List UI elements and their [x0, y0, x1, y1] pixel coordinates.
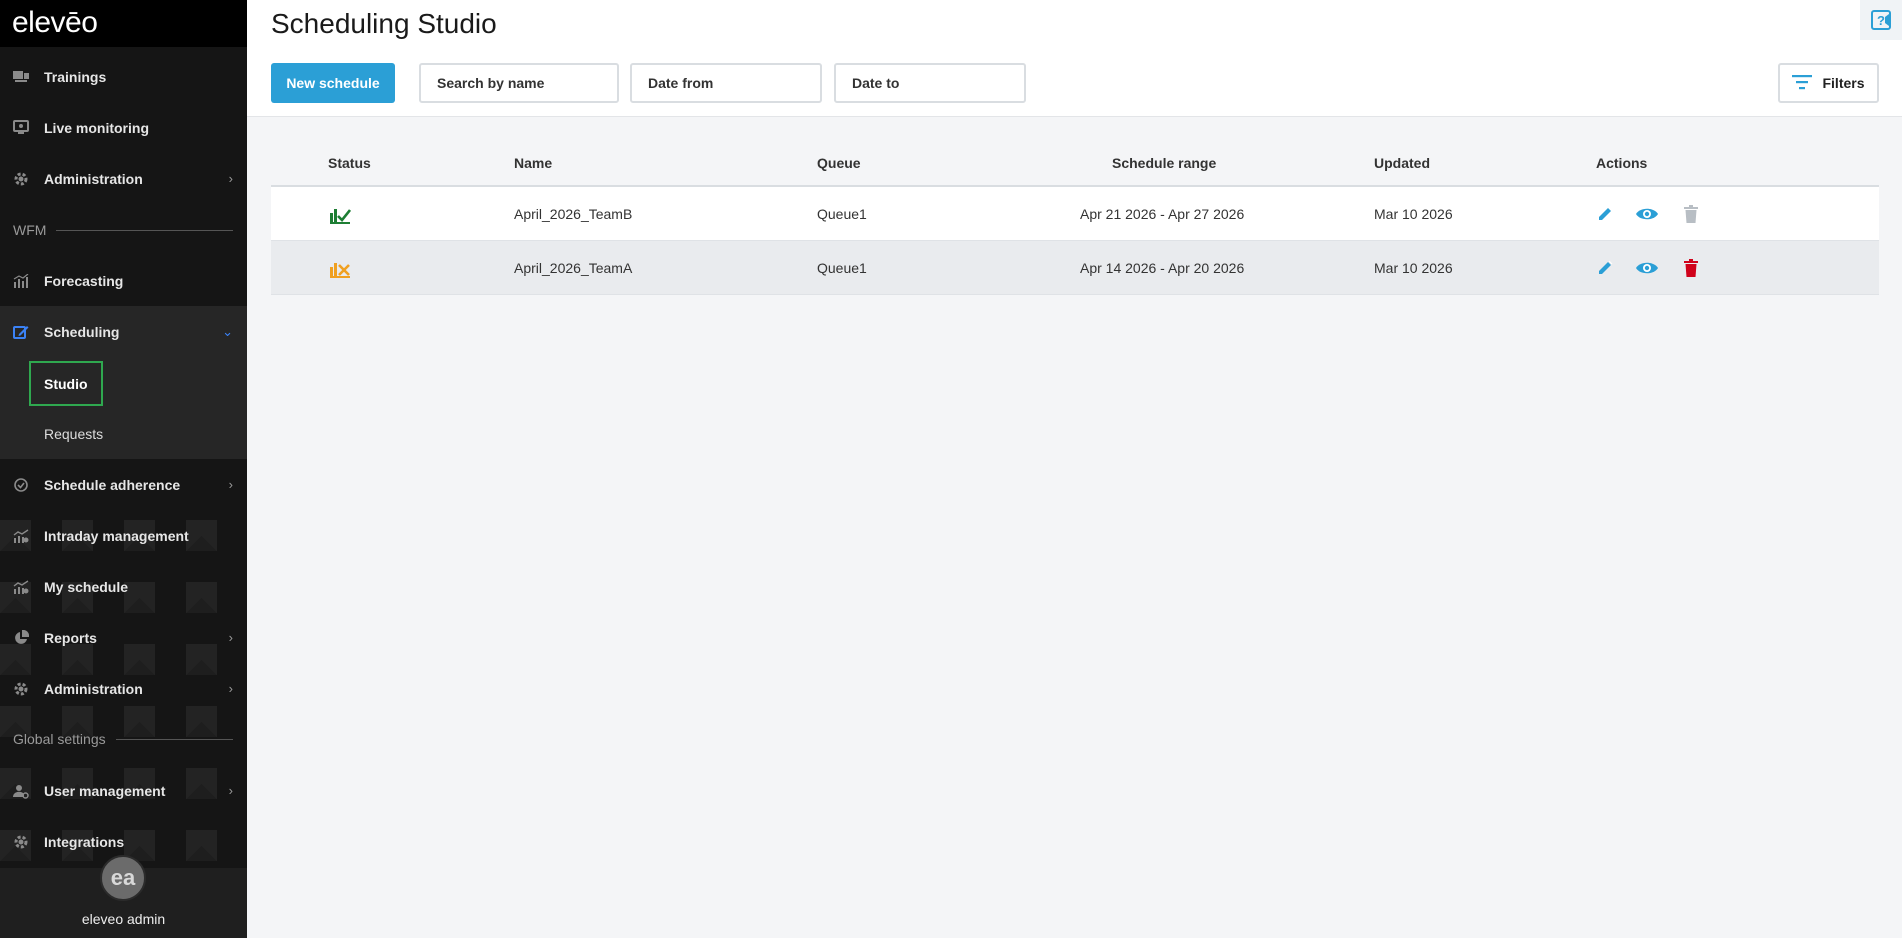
chevron-right-icon: › [228, 783, 233, 798]
sidebar-item-label: Trainings [44, 68, 107, 85]
sidebar-item-intraday-management[interactable]: Intraday management [0, 510, 247, 561]
sidebar-item-label: Integrations [44, 833, 125, 850]
date-from-field[interactable] [630, 63, 822, 103]
sidebar-item-label: My schedule [44, 578, 129, 595]
section-divider [115, 738, 233, 740]
section-label-text: Global settings [13, 731, 106, 747]
user-name[interactable]: eleveo admin [0, 911, 247, 927]
sidebar-item-live-monitoring[interactable]: Live monitoring [0, 102, 247, 153]
column-header-name[interactable]: Name [514, 155, 552, 171]
cell-queue: Queue1 [817, 206, 867, 222]
sidebar-subitem-label: Requests [44, 425, 104, 442]
table-row[interactable]: April_2026_TeamA Queue1 Apr 14 2026 - Ap… [271, 241, 1879, 295]
sidebar-item-label: Scheduling [44, 323, 120, 340]
cell-queue: Queue1 [817, 260, 867, 276]
sidebar-item-label: Administration [44, 680, 143, 697]
filters-label: Filters [1822, 75, 1865, 91]
section-label-global-settings: Global settings [13, 731, 233, 747]
column-header-updated[interactable]: Updated [1374, 155, 1430, 171]
edit-icon[interactable] [1592, 255, 1618, 281]
sidebar-item-administration[interactable]: Administration › [0, 153, 247, 204]
chevron-down-icon: ⌄ [222, 323, 233, 339]
sidebar-item-user-management[interactable]: User management › [0, 765, 247, 816]
trend-icon [12, 578, 30, 596]
cell-name: April_2026_TeamA [514, 260, 633, 276]
sidebar-item-label: Forecasting [44, 272, 124, 289]
edit-calendar-icon [12, 323, 30, 341]
view-eye-icon[interactable] [1634, 255, 1660, 281]
sidebar-item-administration-2[interactable]: Administration › [0, 663, 247, 714]
help-icon[interactable]: ? [1860, 0, 1902, 40]
sidebar-item-my-schedule[interactable]: My schedule [0, 561, 247, 612]
cell-schedule-range: Apr 21 2026 - Apr 27 2026 [1080, 206, 1245, 222]
gear-icon [12, 170, 30, 188]
cell-updated: Mar 10 2026 [1374, 206, 1453, 222]
sidebar-item-scheduling[interactable]: Scheduling ⌄ [0, 306, 247, 357]
check-circle-icon [12, 476, 30, 494]
trend-icon [12, 527, 30, 545]
chevron-right-icon: › [228, 477, 233, 492]
sidebar-subitem-requests[interactable]: Requests [0, 408, 247, 459]
filter-icon [1792, 74, 1813, 93]
sidebar-item-forecasting[interactable]: Forecasting [0, 255, 247, 306]
table-header: Status Name Queue Schedule range Updated… [271, 140, 1879, 187]
table-row[interactable]: April_2026_TeamB Queue1 Apr 21 2026 - Ap… [271, 187, 1879, 241]
pie-icon [12, 629, 30, 647]
sidebar-item-label: User management [44, 782, 166, 799]
sidebar: elevēo Trainings Live monitoring Adminis… [0, 0, 247, 938]
trainings-icon [12, 68, 30, 86]
delete-icon-disabled[interactable] [1678, 201, 1704, 227]
schedules-table: Status Name Queue Schedule range Updated… [271, 140, 1879, 295]
gear-icon [12, 680, 30, 698]
cell-name: April_2026_TeamB [514, 206, 633, 222]
page-title: Scheduling Studio [271, 8, 497, 39]
column-header-schedule-range[interactable]: Schedule range [1112, 155, 1216, 171]
sidebar-item-label: Live monitoring [44, 119, 149, 136]
sidebar-subitem-studio[interactable]: Studio [29, 361, 103, 406]
filters-button[interactable]: Filters [1778, 63, 1879, 103]
column-header-status[interactable]: Status [328, 155, 371, 171]
new-schedule-button[interactable]: New schedule [271, 63, 395, 103]
chevron-right-icon: › [228, 171, 233, 186]
status-published-icon [329, 203, 352, 225]
search-input[interactable] [419, 63, 619, 103]
section-label-wfm: WFM [13, 222, 233, 238]
column-header-actions: Actions [1596, 155, 1648, 171]
delete-icon[interactable] [1678, 255, 1704, 281]
sidebar-item-label: Reports [44, 629, 97, 646]
avatar[interactable]: ea [100, 855, 146, 901]
chevron-right-icon: › [228, 630, 233, 645]
status-draft-icon [329, 257, 351, 279]
view-eye-icon[interactable] [1634, 201, 1660, 227]
app-logo[interactable]: elevēo [12, 6, 98, 42]
gear-icon [12, 833, 30, 851]
user-gear-icon [12, 782, 30, 800]
date-to-field[interactable] [834, 63, 1026, 103]
sidebar-item-label: Intraday management [44, 527, 189, 544]
sidebar-item-schedule-adherence[interactable]: Schedule adherence › [0, 459, 247, 510]
cell-updated: Mar 10 2026 [1374, 260, 1453, 276]
cell-schedule-range: Apr 14 2026 - Apr 20 2026 [1080, 260, 1245, 276]
section-divider [56, 229, 233, 231]
sidebar-item-trainings[interactable]: Trainings [0, 51, 247, 102]
sidebar-item-label: Administration [44, 170, 143, 187]
chevron-right-icon: › [228, 681, 233, 696]
chart-icon [12, 272, 30, 290]
sidebar-item-label: Schedule adherence [44, 476, 181, 493]
column-header-queue[interactable]: Queue [817, 155, 861, 171]
section-label-text: WFM [13, 222, 47, 238]
monitor-icon [12, 119, 30, 137]
svg-text:?: ? [1877, 13, 1885, 28]
sidebar-item-reports[interactable]: Reports › [0, 612, 247, 663]
edit-icon[interactable] [1592, 201, 1618, 227]
